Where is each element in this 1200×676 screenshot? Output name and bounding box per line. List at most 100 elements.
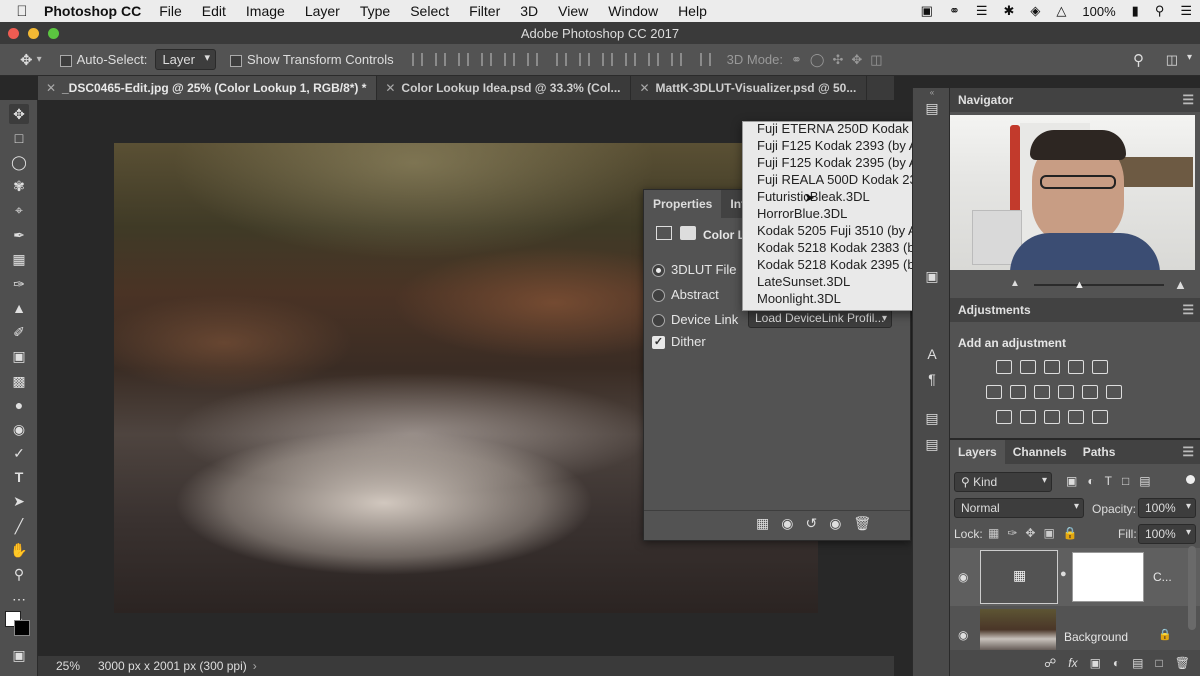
panel-menu-icon[interactable]: ☰ bbox=[1182, 92, 1194, 108]
align-hcenter-icon[interactable] bbox=[503, 53, 515, 66]
wifi-icon[interactable]: ◈ bbox=[1030, 3, 1040, 19]
delete-layer-icon[interactable]: 🗑 bbox=[1175, 656, 1190, 670]
move-tool-icon[interactable]: ✥ bbox=[9, 104, 29, 124]
workspace-chevron-icon[interactable]: ▾ bbox=[1187, 52, 1192, 63]
path-selection-tool-icon[interactable]: ➤ bbox=[9, 491, 29, 511]
tab-dsc0465[interactable]: ✕ _DSC0465-Edit.jpg @ 25% (Color Lookup … bbox=[38, 76, 378, 100]
new-adjustment-icon[interactable]: ◐ bbox=[1113, 656, 1120, 670]
tool-preset-chevron-icon[interactable]: ▾ bbox=[37, 54, 42, 65]
bluetooth-icon[interactable]: ✱ bbox=[1004, 3, 1015, 19]
libraries-panel-icon[interactable]: ▤ bbox=[924, 410, 940, 426]
zoom-level[interactable]: 25% bbox=[56, 659, 96, 673]
auto-align-icon[interactable] bbox=[699, 53, 711, 66]
lock-all-icon[interactable]: 🔒 bbox=[1063, 526, 1078, 540]
align-left-icon[interactable] bbox=[480, 53, 492, 66]
menu-file[interactable]: File bbox=[159, 3, 182, 19]
lock-transparency-icon[interactable]: ▦ bbox=[988, 526, 999, 540]
tab-color-lookup-idea[interactable]: ✕ Color Lookup Idea.psd @ 33.3% (Col... bbox=[377, 76, 632, 100]
lut-file-radio[interactable] bbox=[652, 264, 665, 278]
notes-icon[interactable]: ☰ bbox=[976, 3, 988, 19]
quick-select-tool-icon[interactable]: ✾ bbox=[9, 176, 29, 196]
align-right-icon[interactable] bbox=[526, 53, 538, 66]
lut-option[interactable]: LateSunset.3DL bbox=[757, 273, 850, 290]
toggle-visibility-icon[interactable]: ◉ bbox=[829, 515, 841, 532]
type-tool-icon[interactable]: T bbox=[9, 467, 29, 487]
levels-icon[interactable] bbox=[1020, 360, 1036, 374]
background-color-swatch[interactable] bbox=[14, 620, 30, 636]
close-tab-icon[interactable]: ✕ bbox=[639, 76, 649, 100]
dither-option[interactable]: ✓ Dither bbox=[652, 334, 706, 350]
battery-icon[interactable]: ▮ bbox=[1132, 3, 1139, 19]
brightness-contrast-icon[interactable] bbox=[996, 360, 1012, 374]
clip-to-layer-icon[interactable]: ▦ bbox=[756, 515, 769, 532]
zoom-slider[interactable] bbox=[1034, 284, 1164, 286]
filter-toggle[interactable] bbox=[1186, 475, 1195, 484]
align-top-icon[interactable] bbox=[411, 53, 423, 66]
exposure-icon[interactable] bbox=[1068, 360, 1084, 374]
close-tab-icon[interactable]: ✕ bbox=[385, 76, 395, 100]
layer-filter-kind[interactable]: ⚲ Kind ▾ bbox=[954, 472, 1052, 492]
align-bottom-icon[interactable] bbox=[457, 53, 469, 66]
curves-icon[interactable] bbox=[1044, 360, 1060, 374]
menu-view[interactable]: View bbox=[558, 3, 588, 19]
adjustment-layer-thumbnail[interactable]: ▦ bbox=[980, 550, 1058, 604]
layer-name[interactable]: C... bbox=[1153, 570, 1172, 584]
gradient-map-icon[interactable] bbox=[1092, 410, 1108, 424]
distribute-top-icon[interactable] bbox=[555, 53, 567, 66]
menu-edit[interactable]: Edit bbox=[202, 3, 226, 19]
zoom-out-icon[interactable]: ▲ bbox=[1010, 278, 1020, 289]
healing-brush-tool-icon[interactable]: ▦ bbox=[9, 249, 29, 269]
delete-adjustment-icon[interactable]: 🗑 bbox=[853, 515, 871, 532]
workspace-icon[interactable]: ◫ bbox=[1166, 52, 1178, 68]
notes-panel-icon[interactable]: ▤ bbox=[924, 436, 940, 452]
menu-type[interactable]: Type bbox=[360, 3, 390, 19]
quick-mask-icon[interactable]: ▣ bbox=[9, 645, 29, 665]
menu-layer[interactable]: Layer bbox=[305, 3, 340, 19]
auto-select-dropdown[interactable]: Layer bbox=[155, 49, 216, 70]
lock-artboard-icon[interactable]: ▣ bbox=[1043, 526, 1054, 540]
link-layers-icon[interactable]: ☍ bbox=[1044, 656, 1056, 670]
lock-position-icon[interactable]: ✥ bbox=[1025, 526, 1035, 540]
add-mask-icon[interactable]: ▣ bbox=[1090, 656, 1101, 670]
device-link-option[interactable]: Device Link bbox=[652, 312, 738, 328]
tab-3dlut-visualizer[interactable]: ✕ MattK-3DLUT-Visualizer.psd @ 50... bbox=[631, 76, 868, 100]
filter-adjustment-icon[interactable]: ◐ bbox=[1087, 474, 1094, 488]
screen-record-icon[interactable]: ▣ bbox=[921, 3, 933, 19]
abstract-radio[interactable] bbox=[652, 289, 665, 303]
tab-channels[interactable]: Channels bbox=[1005, 440, 1075, 464]
threshold-icon[interactable] bbox=[1044, 410, 1060, 424]
panel-menu-icon[interactable]: ☰ bbox=[1182, 302, 1194, 318]
zoom-window-button[interactable] bbox=[48, 28, 59, 39]
collapse-strip-icon[interactable]: « bbox=[913, 88, 951, 98]
zoom-slider-handle[interactable]: ▲ bbox=[1074, 279, 1085, 291]
view-previous-state-icon[interactable]: ◉ bbox=[781, 515, 793, 532]
menu-image[interactable]: Image bbox=[246, 3, 285, 19]
lock-pixels-icon[interactable]: ✑ bbox=[1007, 526, 1017, 540]
lut-option[interactable]: Moonlight.3DL bbox=[757, 290, 841, 307]
distribute-hcenter-icon[interactable] bbox=[647, 53, 659, 66]
align-vcenter-icon[interactable] bbox=[434, 53, 446, 66]
character-panel-icon[interactable]: A bbox=[924, 346, 940, 362]
clone-stamp-tool-icon[interactable]: ▲ bbox=[9, 298, 29, 318]
layer-row-color-lookup[interactable]: ◉ ▦ ● C... bbox=[950, 548, 1200, 606]
filter-type-icon[interactable]: T bbox=[1105, 474, 1112, 488]
show-transform-checkbox[interactable] bbox=[229, 52, 247, 67]
menu-help[interactable]: Help bbox=[678, 3, 707, 19]
reset-adjustment-icon[interactable]: ↺ bbox=[805, 515, 817, 532]
adjustments-title[interactable]: Adjustments bbox=[950, 303, 1031, 317]
device-link-select[interactable]: Load DeviceLink Profil... ▾ bbox=[748, 309, 892, 328]
menu-window[interactable]: Window bbox=[608, 3, 658, 19]
layer-name[interactable]: Background bbox=[1064, 630, 1128, 644]
layer-visibility-eye-icon[interactable]: ◉ bbox=[958, 628, 968, 642]
zoom-in-icon[interactable]: ▲ bbox=[1174, 277, 1187, 292]
tab-layers[interactable]: Layers bbox=[950, 440, 1005, 464]
paragraph-panel-icon[interactable]: ¶ bbox=[924, 371, 940, 387]
edit-toolbar-icon[interactable]: ⋯ bbox=[9, 589, 29, 609]
distribute-bottom-icon[interactable] bbox=[601, 53, 613, 66]
lasso-tool-icon[interactable]: ◯ bbox=[9, 152, 29, 172]
filter-smart-object-icon[interactable]: ▤ bbox=[1139, 474, 1150, 488]
vibrance-icon[interactable] bbox=[1092, 360, 1108, 374]
minimize-window-button[interactable] bbox=[28, 28, 39, 39]
blend-mode-select[interactable]: Normal ▾ bbox=[954, 498, 1084, 518]
gradient-tool-icon[interactable]: ▩ bbox=[9, 371, 29, 391]
